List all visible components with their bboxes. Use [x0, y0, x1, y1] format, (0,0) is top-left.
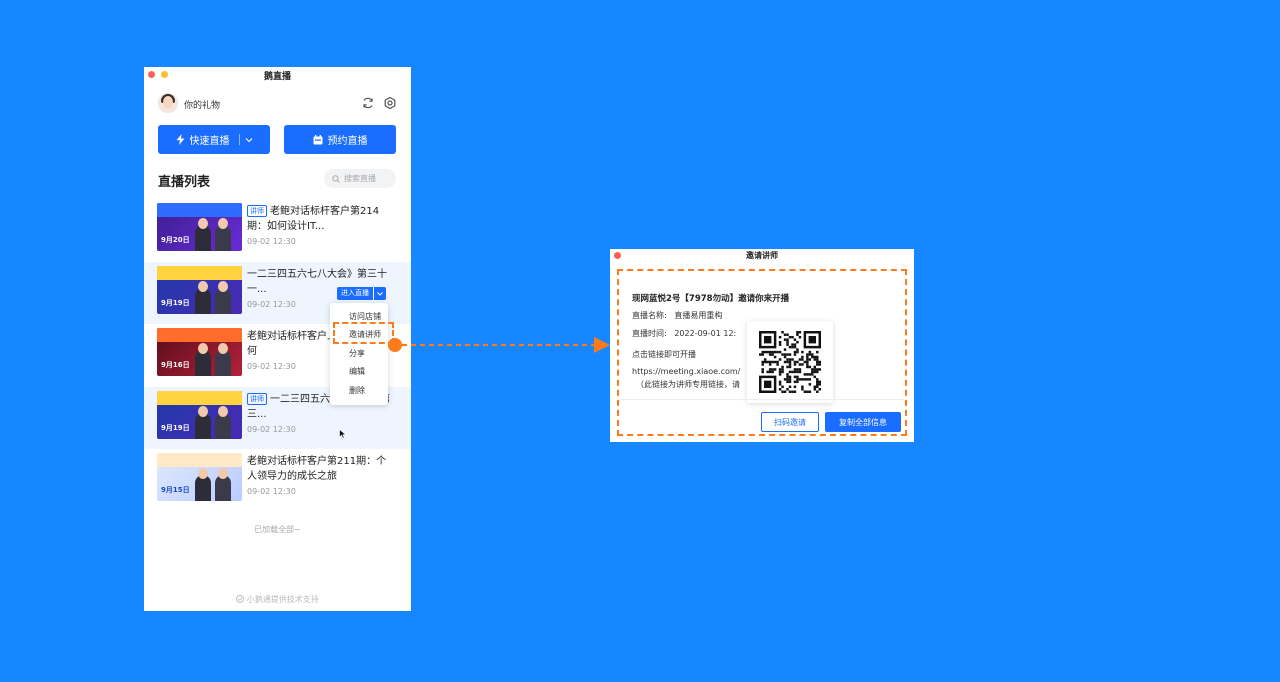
dialog-titlebar: 邀请讲师: [610, 249, 914, 263]
invite-dialog: 邀请讲师 现网蓝悦2号【7978勿动】邀请你来开播 直播名称: 直播易用重构 直…: [610, 249, 914, 442]
dialog-title: 邀请讲师: [746, 251, 778, 260]
highlight-frame: [617, 269, 907, 436]
